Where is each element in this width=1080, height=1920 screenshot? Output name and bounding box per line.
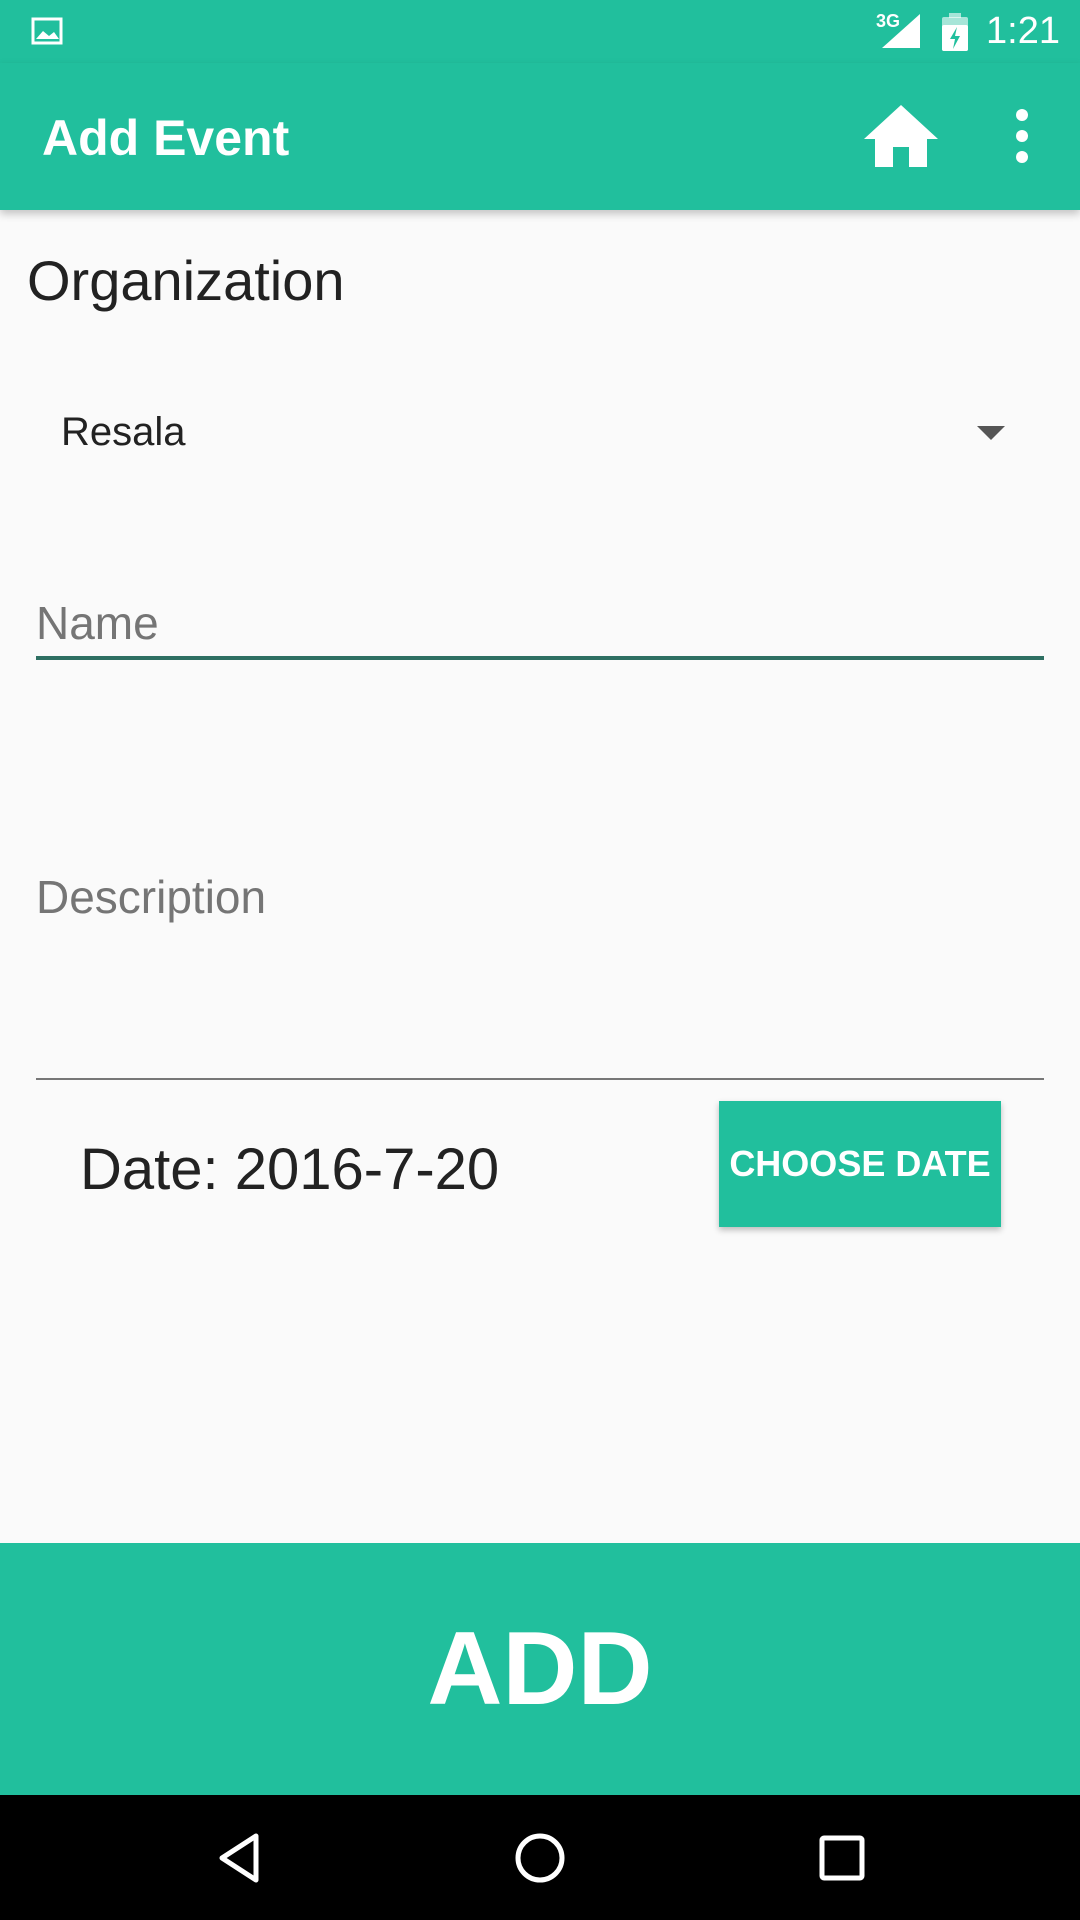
choose-date-button[interactable]: CHOOSE DATE <box>719 1101 1001 1227</box>
dropdown-arrow-icon <box>977 426 1005 440</box>
name-input[interactable] <box>36 590 1044 660</box>
description-input[interactable] <box>36 870 1044 1080</box>
home-nav-icon[interactable] <box>510 1828 570 1888</box>
date-label: Date: 2016-7-20 <box>80 1137 500 1202</box>
page-title: Add Event <box>42 110 290 166</box>
home-icon[interactable] <box>860 101 942 171</box>
organization-dropdown[interactable]: Resala <box>30 390 1020 478</box>
system-nav-bar <box>0 1795 1080 1920</box>
signal-icon <box>882 14 920 48</box>
add-button[interactable]: ADD <box>0 1543 1080 1795</box>
organization-label: Organization <box>27 249 345 312</box>
back-icon[interactable] <box>210 1828 270 1888</box>
organization-selected-value: Resala <box>61 410 186 454</box>
battery-charging-icon <box>942 13 968 51</box>
recents-icon[interactable] <box>812 1828 872 1888</box>
image-notification-icon <box>31 17 63 45</box>
app-bar: Add Event <box>0 63 1080 210</box>
clock: 1:21 <box>986 10 1060 52</box>
more-vert-icon[interactable] <box>1000 101 1044 171</box>
status-bar: 3G 1:21 <box>0 0 1080 63</box>
